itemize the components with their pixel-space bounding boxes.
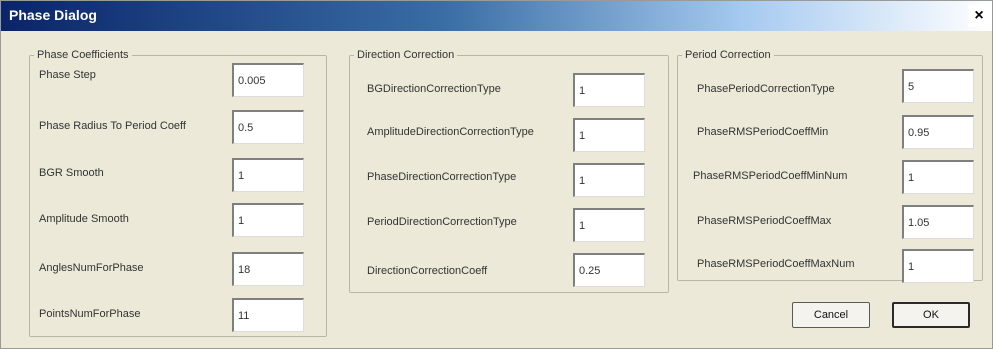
direction-correction-coeff-label: DirectionCorrectionCoeff [367, 265, 488, 277]
angles-num-for-phase-label: AnglesNumForPhase [39, 262, 144, 274]
phase-rms-period-coeff-max-label: PhaseRMSPeriodCoeffMax [697, 215, 832, 227]
period-correction-legend: Period Correction [685, 49, 771, 61]
amplitude-smooth-input[interactable] [232, 203, 304, 237]
phase-radius-to-period-coeff-label: Phase Radius To Period Coeff [39, 120, 186, 132]
window-title: Phase Dialog [9, 7, 97, 23]
period-direction-correction-type-input[interactable] [573, 208, 645, 242]
close-icon[interactable]: × [968, 5, 990, 27]
points-num-for-phase-label: PointsNumForPhase [39, 308, 141, 320]
angles-num-for-phase-input[interactable] [232, 252, 304, 286]
phase-radius-to-period-coeff-input[interactable] [232, 110, 304, 144]
phase-period-correction-type-input[interactable] [902, 69, 974, 103]
phase-rms-period-coeff-min-input[interactable] [902, 115, 974, 149]
cancel-button[interactable]: Cancel [792, 302, 870, 328]
direction-correction-coeff-input[interactable] [573, 253, 645, 287]
phase-direction-correction-type-input[interactable] [573, 163, 645, 197]
bg-direction-correction-type-label: BGDirectionCorrectionType [367, 83, 501, 95]
points-num-for-phase-input[interactable] [232, 298, 304, 332]
ok-button[interactable]: OK [892, 302, 970, 328]
phase-period-correction-type-label: PhasePeriodCorrectionType [697, 83, 835, 95]
bgr-smooth-input[interactable] [232, 158, 304, 192]
amplitude-direction-correction-type-label: AmplitudeDirectionCorrectionType [367, 126, 534, 138]
phase-coefficients-legend: Phase Coefficients [37, 49, 129, 61]
phase-rms-period-coeff-min-num-label: PhaseRMSPeriodCoeffMinNum [693, 170, 848, 182]
phase-step-label: Phase Step [39, 69, 96, 81]
bg-direction-correction-type-input[interactable] [573, 73, 645, 107]
period-direction-correction-type-label: PeriodDirectionCorrectionType [367, 216, 517, 228]
phase-rms-period-coeff-min-label: PhaseRMSPeriodCoeffMin [697, 126, 829, 138]
phase-direction-correction-type-label: PhaseDirectionCorrectionType [367, 171, 517, 183]
amplitude-direction-correction-type-input[interactable] [573, 118, 645, 152]
phase-step-input[interactable] [232, 63, 304, 97]
amplitude-smooth-label: Amplitude Smooth [39, 213, 129, 225]
phase-rms-period-coeff-max-num-label: PhaseRMSPeriodCoeffMaxNum [697, 258, 855, 270]
bgr-smooth-label: BGR Smooth [39, 167, 104, 179]
phase-dialog-window: Phase Dialog × Phase Coefficients Phase … [0, 0, 993, 349]
phase-rms-period-coeff-max-input[interactable] [902, 205, 974, 239]
title-bar[interactable]: Phase Dialog × [1, 1, 992, 31]
phase-rms-period-coeff-min-num-input[interactable] [902, 160, 974, 194]
direction-correction-legend: Direction Correction [357, 49, 455, 61]
phase-rms-period-coeff-max-num-input[interactable] [902, 249, 974, 283]
